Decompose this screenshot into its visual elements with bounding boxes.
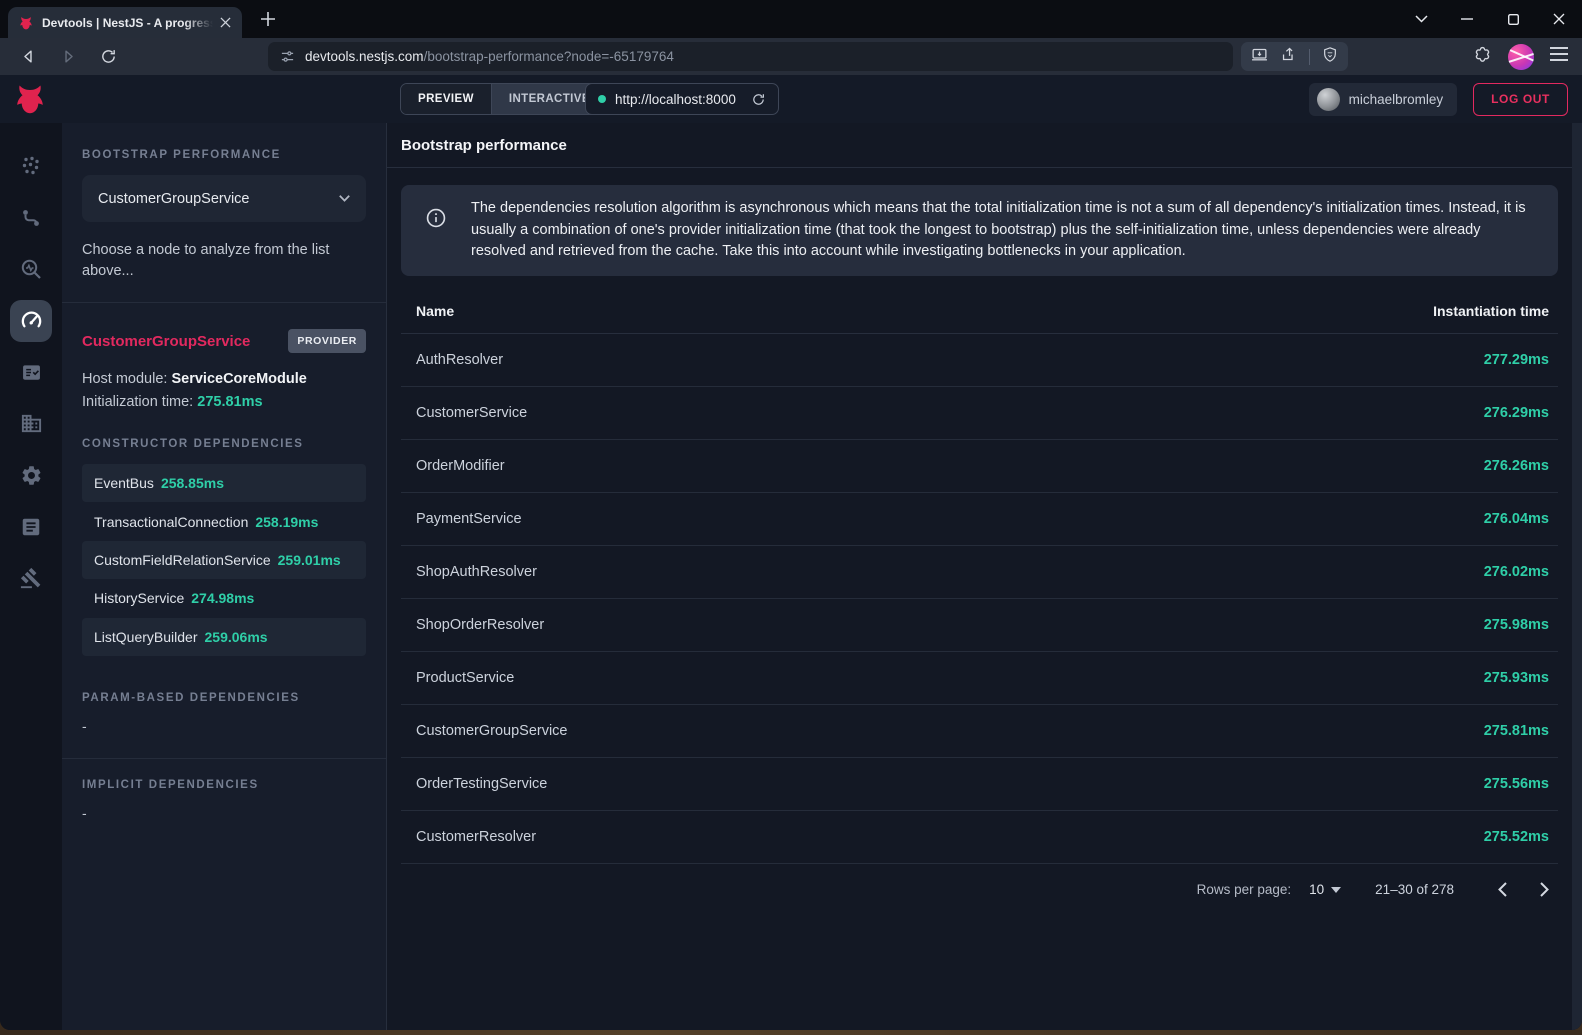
send-to-device-icon[interactable] — [1251, 46, 1268, 68]
init-time-value: 275.81ms — [197, 394, 262, 410]
table-row[interactable]: CustomerResolver 275.52ms — [401, 811, 1558, 864]
info-callout: The dependencies resolution algorithm is… — [401, 185, 1558, 276]
connection-status-dot — [598, 95, 606, 103]
dependency-item[interactable]: ListQueryBuilder 259.06ms — [82, 618, 366, 656]
tab-search-icon[interactable] — [1398, 0, 1444, 38]
browser-profile-avatar[interactable] — [1508, 44, 1534, 70]
column-name: Name — [416, 303, 454, 319]
init-time-line: Initialization time: 275.81ms — [82, 394, 366, 410]
performance-icon[interactable] — [10, 300, 52, 342]
forward-button[interactable] — [56, 45, 80, 69]
back-button[interactable] — [16, 45, 40, 69]
next-page-button[interactable] — [1532, 878, 1556, 902]
panel-hint: Choose a node to analyze from the list a… — [82, 240, 366, 282]
nestjs-logo — [12, 81, 48, 117]
browser-titlebar: Devtools | NestJS - A progressive — [0, 0, 1582, 38]
view-mode-toggle: PREVIEW INTERACTIVE — [400, 83, 608, 115]
bootstrap-performance-panel: BOOTSTRAP PERFORMANCE CustomerGroupServi… — [62, 123, 387, 1030]
node-select[interactable]: CustomerGroupService — [82, 175, 366, 222]
share-icon[interactable] — [1280, 46, 1297, 68]
settings-icon[interactable] — [10, 454, 52, 496]
username: michaelbromley — [1349, 92, 1444, 107]
rows-per-page-select[interactable]: 10 — [1309, 882, 1341, 897]
table-row[interactable]: ShopOrderResolver 275.98ms — [401, 599, 1558, 652]
dependency-item[interactable]: EventBus 258.85ms — [82, 464, 366, 502]
table-row[interactable]: PaymentService 276.04ms — [401, 493, 1558, 546]
site-settings-icon[interactable] — [280, 49, 295, 64]
table-row[interactable]: ShopAuthResolver 276.02ms — [401, 546, 1558, 599]
node-select-value: CustomerGroupService — [98, 191, 339, 207]
scrollbar[interactable] — [1572, 123, 1582, 1030]
param-deps-title: PARAM-BASED DEPENDENCIES — [82, 692, 366, 704]
dependency-item[interactable]: HistoryService 274.98ms — [82, 579, 366, 617]
minimize-button[interactable] — [1444, 0, 1490, 38]
scan-icon[interactable] — [10, 248, 52, 290]
browser-tab[interactable]: Devtools | NestJS - A progressive — [8, 7, 242, 38]
column-instantiation-time: Instantiation time — [1433, 303, 1549, 319]
extensions-icon[interactable] — [1473, 45, 1492, 69]
implicit-deps-value: - — [82, 805, 366, 821]
implicit-deps-title: IMPLICIT DEPENDENCIES — [82, 779, 366, 791]
new-tab-button[interactable] — [256, 7, 280, 31]
pagination-range: 21–30 of 278 — [1375, 882, 1454, 897]
toolbar-action-group — [1241, 42, 1348, 71]
browser-toolbar: devtools.nestjs.com/bootstrap-performanc… — [0, 38, 1582, 75]
browser-window: Devtools | NestJS - A progressive — [0, 0, 1582, 1030]
graph-icon[interactable] — [10, 145, 52, 187]
host-module-value: ServiceCoreModule — [171, 371, 306, 387]
selected-node-name: CustomerGroupService — [82, 333, 250, 350]
brave-shield-icon[interactable] — [1322, 46, 1338, 68]
logout-button[interactable]: LOG OUT — [1473, 83, 1568, 116]
info-icon — [425, 207, 447, 229]
url-text: devtools.nestjs.com/bootstrap-performanc… — [305, 49, 674, 64]
docs-icon[interactable] — [10, 506, 52, 548]
constructor-deps-list: EventBus 258.85ms TransactionalConnectio… — [82, 464, 366, 656]
provider-badge: PROVIDER — [288, 329, 366, 353]
table-row[interactable]: CustomerService 276.29ms — [401, 387, 1558, 440]
close-window-button[interactable] — [1536, 0, 1582, 38]
menu-icon[interactable] — [1550, 47, 1568, 66]
page-title: Bootstrap performance — [401, 137, 567, 154]
gavel-icon[interactable] — [10, 557, 52, 599]
user-avatar — [1317, 88, 1340, 111]
main-content: Bootstrap performance The dependencies r… — [387, 123, 1582, 1030]
info-text: The dependencies resolution algorithm is… — [471, 198, 1534, 263]
chevron-down-icon — [339, 195, 350, 202]
table-row[interactable]: CustomerGroupService 275.81ms — [401, 705, 1558, 758]
instantiation-table: Name Instantiation time AuthResolver 277… — [401, 290, 1558, 916]
nav-rail — [0, 123, 62, 1030]
table-row[interactable]: OrderModifier 276.26ms — [401, 440, 1558, 493]
previous-page-button[interactable] — [1490, 878, 1514, 902]
refresh-target-icon[interactable] — [751, 92, 766, 107]
maximize-button[interactable] — [1490, 0, 1536, 38]
table-row[interactable]: OrderTestingService 275.56ms — [401, 758, 1558, 811]
caret-down-icon — [1331, 887, 1341, 893]
routes-icon[interactable] — [10, 197, 52, 239]
param-deps-value: - — [82, 718, 366, 734]
target-url-chip[interactable]: http://localhost:8000 — [585, 83, 779, 115]
constructor-deps-title: CONSTRUCTOR DEPENDENCIES — [82, 438, 366, 450]
target-url: http://localhost:8000 — [615, 92, 736, 107]
user-chip[interactable]: michaelbromley — [1309, 83, 1458, 116]
tab-close-icon[interactable] — [216, 14, 234, 32]
preview-button[interactable]: PREVIEW — [401, 84, 492, 114]
reload-button[interactable] — [96, 45, 120, 69]
table-row[interactable]: ProductService 275.93ms — [401, 652, 1558, 705]
table-pagination: Rows per page: 10 21–30 of 278 — [401, 864, 1558, 916]
modules-icon[interactable] — [10, 403, 52, 445]
app-header: PREVIEW INTERACTIVE http://localhost:800… — [0, 75, 1582, 123]
host-module-line: Host module: ServiceCoreModule — [82, 371, 366, 387]
nestjs-favicon — [18, 15, 34, 31]
audit-icon[interactable] — [10, 351, 52, 393]
dependency-item[interactable]: CustomFieldRelationService 259.01ms — [82, 541, 366, 579]
rows-per-page-label: Rows per page: — [1197, 882, 1292, 897]
address-bar[interactable]: devtools.nestjs.com/bootstrap-performanc… — [268, 42, 1233, 71]
panel-section-title: BOOTSTRAP PERFORMANCE — [82, 149, 366, 161]
dependency-item[interactable]: TransactionalConnection 258.19ms — [82, 502, 366, 540]
table-row[interactable]: AuthResolver 277.29ms — [401, 334, 1558, 387]
